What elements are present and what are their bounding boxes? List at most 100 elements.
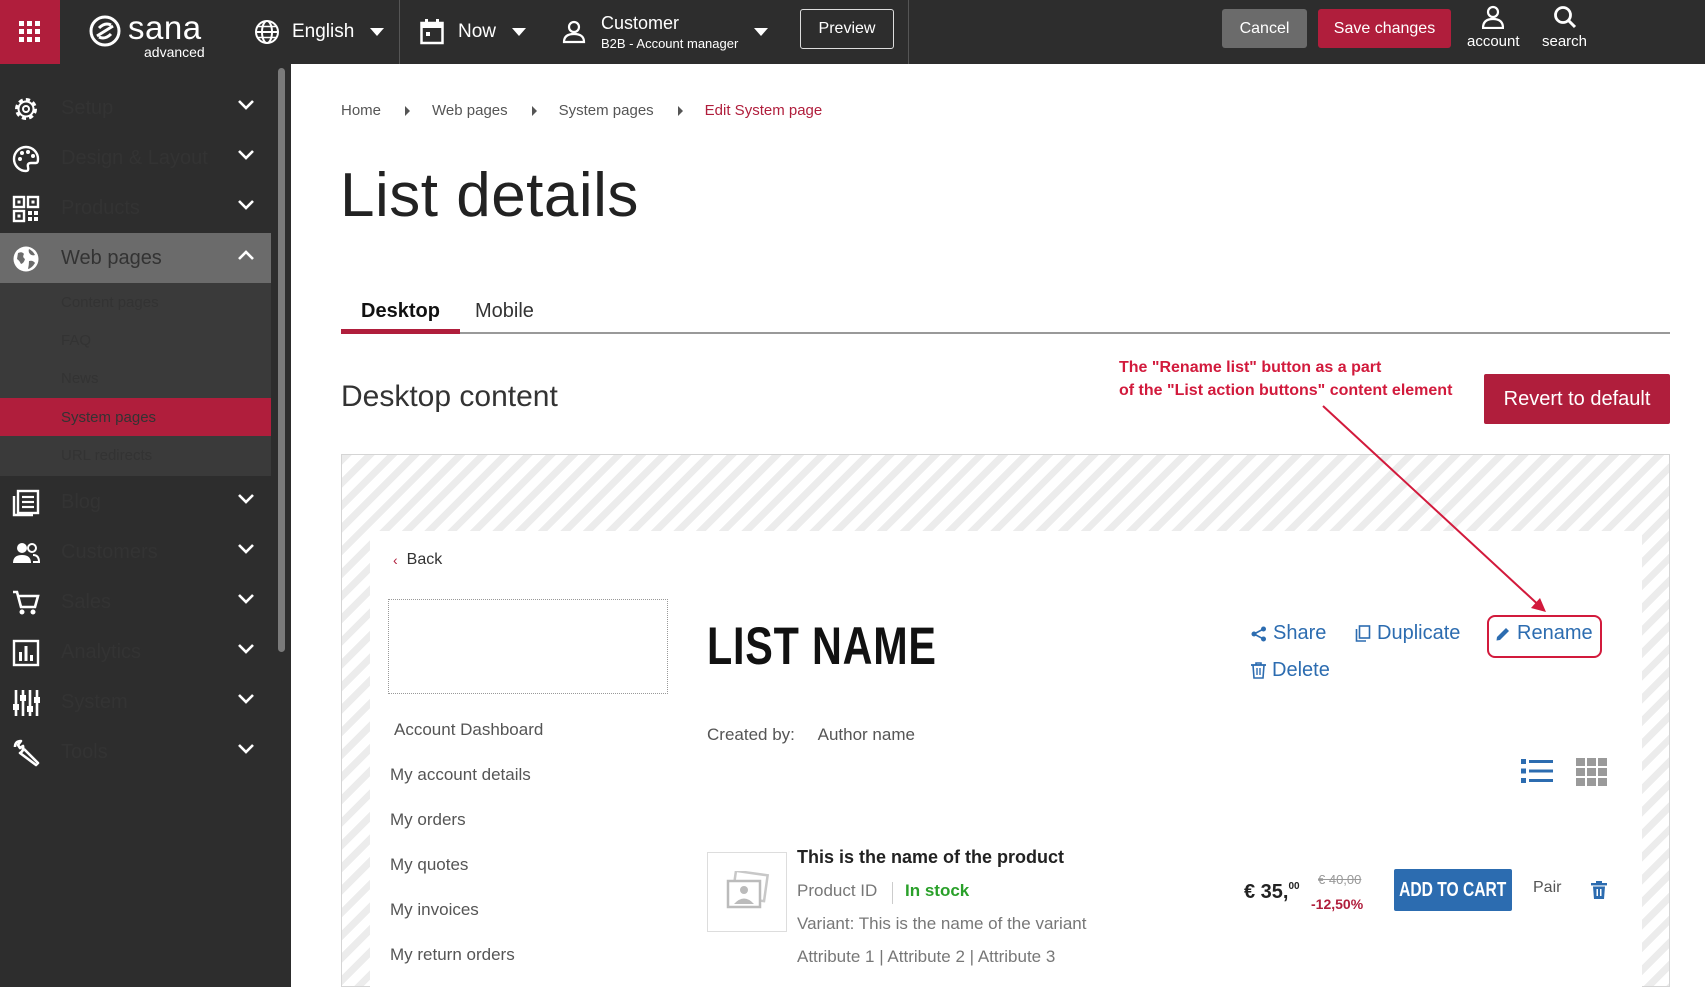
tab-desktop[interactable]: Desktop <box>341 296 460 334</box>
search-button[interactable]: search <box>1542 5 1587 57</box>
chevron-up-icon <box>238 250 254 260</box>
add-to-cart-button[interactable]: ADD TO CART <box>1394 869 1512 911</box>
save-changes-button[interactable]: Save changes <box>1318 9 1451 48</box>
trash-icon <box>1251 662 1266 679</box>
chevron-down-icon <box>238 744 254 754</box>
sidebar-subitem-system-pages[interactable]: System pages <box>0 398 271 436</box>
duplicate-label: Duplicate <box>1377 622 1461 644</box>
sidebar-item-web-pages[interactable]: Web pages <box>0 233 271 283</box>
breadcrumb-web-pages[interactable]: Web pages <box>432 102 508 119</box>
share-label: Share <box>1273 622 1327 644</box>
annotation-line: of the "List action buttons" content ele… <box>1119 382 1453 399</box>
sidebar-item-label: Web pages <box>61 247 162 269</box>
chevron-down-icon <box>370 28 385 36</box>
image-placeholder[interactable] <box>388 599 668 694</box>
sidebar-item-label: Setup <box>61 97 114 119</box>
sidebar-item-design-layout[interactable]: Design & Layout <box>0 133 271 183</box>
account-label: account <box>1467 33 1520 50</box>
annotation-line: The "Rename list" button as a part <box>1119 359 1382 376</box>
share-icon <box>1251 626 1266 641</box>
sidebar-item-system[interactable]: System <box>0 677 271 727</box>
chevron-down-icon <box>238 150 254 160</box>
back-label: Back <box>406 551 443 568</box>
product-id-label: Product ID <box>797 881 878 900</box>
duplicate-icon <box>1355 625 1371 642</box>
apps-grid-button[interactable] <box>0 0 60 64</box>
breadcrumb: Home Web pages System pages Edit System … <box>341 102 822 119</box>
brand-name: sana <box>128 9 202 46</box>
account-menu-item[interactable]: My quotes <box>390 855 468 875</box>
sidebar-scrollbar-thumb[interactable] <box>278 68 285 652</box>
customer-selector[interactable]: Customer B2B - Account manager <box>562 0 769 64</box>
back-link[interactable]: ‹ Back <box>393 551 442 569</box>
created-by-value: Author name <box>817 725 915 744</box>
sidebar-subitem-faq[interactable]: FAQ <box>0 321 271 359</box>
sidebar-item-label: Analytics <box>61 641 142 663</box>
sidebar-subitem-content-pages[interactable]: Content pages <box>0 283 271 321</box>
globe-icon <box>255 20 279 44</box>
top-bar: sana advanced English Now Customer B2B -… <box>0 0 1705 64</box>
delete-label: Delete <box>1272 659 1330 681</box>
account-menu-item[interactable]: My return orders <box>390 945 515 965</box>
section-title: Desktop content <box>341 380 558 413</box>
sidebar-item-analytics[interactable]: Analytics <box>0 627 271 677</box>
image-placeholder-icon <box>726 871 770 909</box>
apps-grid-icon <box>19 21 40 42</box>
sidebar-item-tools[interactable]: Tools <box>0 727 271 777</box>
sliders-icon <box>13 690 40 716</box>
rename-highlight-box <box>1487 615 1602 658</box>
grid-view-icon[interactable] <box>1576 758 1607 786</box>
breadcrumb-current: Edit System page <box>704 102 823 119</box>
product-thumbnail[interactable] <box>707 852 787 932</box>
product-name[interactable]: This is the name of the product <box>797 847 1064 868</box>
sana-logo: sana advanced <box>88 9 218 60</box>
page-title: List details <box>340 161 639 230</box>
sidebar-item-label: System <box>61 691 128 713</box>
language-selector[interactable]: English <box>254 0 385 64</box>
sidebar-item-customers[interactable]: Customers <box>0 527 271 577</box>
tab-mobile[interactable]: Mobile <box>475 296 534 334</box>
account-menu-item[interactable]: My invoices <box>390 900 479 920</box>
account-menu-item[interactable]: My orders <box>390 810 466 830</box>
brand-edition: advanced <box>144 44 205 60</box>
gear-icon <box>15 98 37 120</box>
breadcrumb-home[interactable]: Home <box>341 102 381 119</box>
delete-button[interactable]: Delete <box>1251 659 1330 682</box>
cancel-button[interactable]: Cancel <box>1222 9 1307 48</box>
user-icon <box>562 20 586 44</box>
sidebar-item-setup[interactable]: Setup <box>0 83 271 133</box>
wrench-icon <box>13 739 40 767</box>
share-button[interactable]: Share <box>1251 622 1326 645</box>
sidebar-item-label: Tools <box>61 741 108 763</box>
duplicate-button[interactable]: Duplicate <box>1355 622 1460 645</box>
sidebar-subitem-url-redirects[interactable]: URL redirects <box>0 436 271 474</box>
account-menu-item[interactable]: Account Dashboard <box>394 720 543 740</box>
sidebar-item-sales[interactable]: Sales <box>0 577 271 627</box>
breadcrumb-separator-icon <box>531 105 537 116</box>
chevron-down-icon <box>238 644 254 654</box>
breadcrumb-separator-icon <box>405 105 411 116</box>
account-menu-item[interactable]: My account details <box>390 765 531 785</box>
sidebar-subitem-news[interactable]: News <box>0 359 271 397</box>
revert-to-default-button[interactable]: Revert to default <box>1484 374 1670 424</box>
device-tabs: Desktop Mobile <box>341 296 1670 334</box>
account-icon <box>1482 5 1505 29</box>
sidebar-item-blog[interactable]: Blog <box>0 477 271 527</box>
sidebar-item-products[interactable]: Products <box>0 183 271 233</box>
palette-icon <box>12 145 40 173</box>
sidebar-item-label: Design & Layout <box>61 147 208 169</box>
customer-label: Customer <box>601 12 680 33</box>
sidebar-item-label: Customers <box>61 541 158 563</box>
chevron-down-icon <box>238 694 254 704</box>
account-button[interactable]: account <box>1467 5 1520 57</box>
chevron-down-icon <box>238 544 254 554</box>
stock-status: In stock <box>905 881 970 900</box>
preview-button[interactable]: Preview <box>800 9 894 49</box>
date-selector[interactable]: Now <box>420 0 527 64</box>
price-cents: 00 <box>1288 881 1300 892</box>
breadcrumb-system-pages[interactable]: System pages <box>559 102 654 119</box>
chevron-down-icon <box>238 494 254 504</box>
list-view-icon[interactable] <box>1521 758 1553 784</box>
remove-item-trash-icon[interactable] <box>1591 881 1607 899</box>
sidebar-item-label: Products <box>61 197 140 219</box>
